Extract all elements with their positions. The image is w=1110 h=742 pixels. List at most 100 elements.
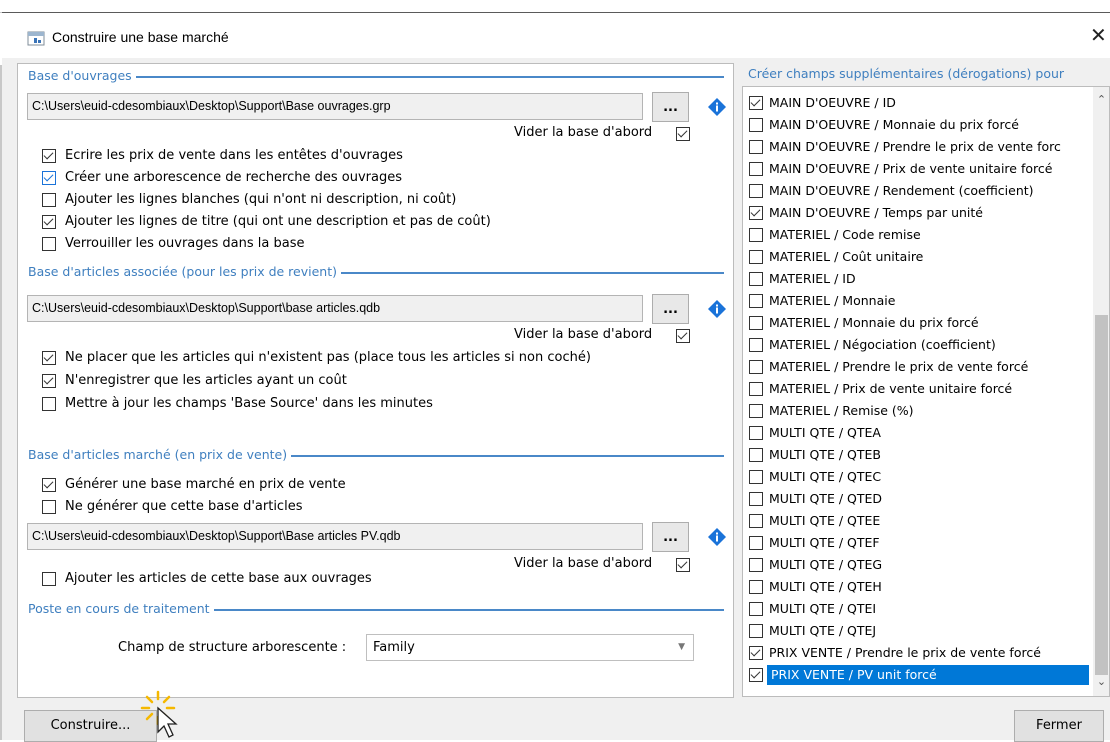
list-item-checkbox[interactable] [749, 140, 763, 154]
close-icon[interactable]: ✕ [1090, 25, 1110, 47]
close-button[interactable]: Fermer [1014, 710, 1104, 742]
checkbox-lignes-blanches[interactable] [42, 193, 56, 207]
marche-vider-checkbox[interactable] [676, 558, 690, 572]
list-item-checkbox[interactable] [749, 272, 763, 286]
list-item[interactable]: PRIX VENTE / Prendre le prix de vente fo… [743, 642, 1089, 664]
checkbox-ecrire-prix[interactable] [42, 149, 56, 163]
list-item-checkbox[interactable] [749, 316, 763, 330]
list-item[interactable]: MAIN D'OEUVRE / Prendre le prix de vente… [743, 136, 1089, 158]
list-item-checkbox[interactable] [749, 360, 763, 374]
derogations-title: Créer champs supplémentaires (dérogation… [748, 66, 1065, 81]
list-item-checkbox[interactable] [749, 624, 763, 638]
list-item[interactable]: MULTI QTE / QTEH [743, 576, 1089, 598]
scroll-down-icon[interactable]: ⌄ [1093, 675, 1109, 691]
list-item[interactable]: MAIN D'OEUVRE / Prix de vente unitaire f… [743, 158, 1089, 180]
list-item[interactable]: MATERIEL / Prendre le prix de vente forc… [743, 356, 1089, 378]
list-item[interactable]: MAIN D'OEUVRE / ID [743, 92, 1089, 114]
list-item-checkbox[interactable] [749, 646, 763, 660]
marche-vider-label: Vider la base d'abord [514, 556, 653, 571]
checkbox-generer-base[interactable] [42, 478, 56, 492]
label-enregistrer-cout: N'enregistrer que les articles ayant un … [65, 373, 347, 388]
checkbox-ne-generer[interactable] [42, 500, 56, 514]
list-item-checkbox[interactable] [749, 250, 763, 264]
derogations-list[interactable]: MAIN D'OEUVRE / ID MAIN D'OEUVRE / Monnai… [742, 86, 1110, 697]
list-item[interactable]: MULTI QTE / QTEE [743, 510, 1089, 532]
ouvrages-path-field[interactable]: C:\Users\euid-cdesombiaux\Desktop\Suppor… [27, 93, 643, 120]
list-item-checkbox[interactable] [749, 536, 763, 550]
list-item-label: MAIN D'OEUVRE / Monnaie du prix forcé [769, 117, 1019, 132]
list-item[interactable]: MATERIEL / Remise (%) [743, 400, 1089, 422]
marche-path-field[interactable]: C:\Users\euid-cdesombiaux\Desktop\Suppor… [27, 523, 643, 550]
articles-info-icon[interactable] [707, 299, 727, 319]
list-item-checkbox[interactable] [749, 338, 763, 352]
articles-vider-checkbox[interactable] [676, 329, 690, 343]
checkbox-verrouiller[interactable] [42, 237, 56, 251]
list-item-checkbox[interactable] [749, 492, 763, 506]
articles-browse-button[interactable]: ... [652, 294, 689, 324]
checkbox-ajouter-articles[interactable] [42, 572, 56, 586]
list-item-checkbox[interactable] [749, 118, 763, 132]
list-item[interactable]: MULTI QTE / QTEB [743, 444, 1089, 466]
checkbox-enregistrer-cout[interactable] [42, 374, 56, 388]
list-item-checkbox[interactable] [749, 184, 763, 198]
list-item-checkbox[interactable] [749, 602, 763, 616]
list-item-checkbox[interactable] [749, 448, 763, 462]
list-item[interactable]: MAIN D'OEUVRE / Temps par unité [743, 202, 1089, 224]
list-item-checkbox[interactable] [749, 470, 763, 484]
structure-field-dropdown[interactable]: Family ▼ [366, 634, 694, 661]
ouvrages-vider-checkbox[interactable] [676, 127, 690, 141]
ouvrages-browse-button[interactable]: ... [652, 92, 689, 122]
list-item-checkbox[interactable] [749, 162, 763, 176]
ouvrages-info-icon[interactable] [707, 97, 727, 117]
scroll-up-icon[interactable]: ⌃ [1093, 93, 1109, 109]
checkbox-ne-placer[interactable] [42, 351, 56, 365]
list-item[interactable]: MATERIEL / Négociation (coefficient) [743, 334, 1089, 356]
list-item[interactable]: MATERIEL / Code remise [743, 224, 1089, 246]
list-item-label: MATERIEL / Prendre le prix de vente forc… [769, 359, 1029, 374]
list-item-label: MATERIEL / Négociation (coefficient) [769, 337, 996, 352]
list-item[interactable]: MULTI QTE / QTEJ [743, 620, 1089, 642]
list-item-checkbox[interactable] [749, 294, 763, 308]
list-item-checkbox[interactable] [749, 404, 763, 418]
list-item[interactable]: MAIN D'OEUVRE / Rendement (coefficient) [743, 180, 1089, 202]
list-item-checkbox[interactable] [749, 426, 763, 440]
list-item-checkbox[interactable] [749, 558, 763, 572]
list-item-checkbox[interactable] [749, 96, 763, 110]
list-item-checkbox[interactable] [749, 228, 763, 242]
list-item-checkbox[interactable] [749, 382, 763, 396]
list-item-checkbox[interactable] [749, 580, 763, 594]
list-item[interactable]: MULTI QTE / QTEC [743, 466, 1089, 488]
checkbox-lignes-titre[interactable] [42, 215, 56, 229]
articles-path-field[interactable]: C:\Users\euid-cdesombiaux\Desktop\Suppor… [27, 295, 643, 322]
list-item-label: MATERIEL / Monnaie du prix forcé [769, 315, 979, 330]
list-item[interactable]: MAIN D'OEUVRE / Monnaie du prix forcé [743, 114, 1089, 136]
list-item[interactable]: MATERIEL / Prix de vente unitaire forcé [743, 378, 1089, 400]
list-item-checkbox[interactable] [749, 668, 763, 682]
list-item-label: PRIX VENTE / PV unit forcé [767, 665, 1089, 685]
checkbox-base-source[interactable] [42, 397, 56, 411]
list-item-label: MATERIEL / Prix de vente unitaire forcé [769, 381, 1013, 396]
list-item[interactable]: MATERIEL / ID [743, 268, 1089, 290]
scrollbar-thumb[interactable] [1095, 315, 1108, 675]
articles-vider-label: Vider la base d'abord [514, 327, 653, 342]
list-item-checkbox[interactable] [749, 206, 763, 220]
list-item[interactable]: PRIX VENTE / PV unit forcé [743, 664, 1089, 686]
list-item[interactable]: MULTI QTE / QTEA [743, 422, 1089, 444]
list-item-label: MULTI QTE / QTEC [769, 469, 882, 484]
list-item[interactable]: MULTI QTE / QTEF [743, 532, 1089, 554]
label-generer-base: Générer une base marché en prix de vente [65, 477, 346, 492]
list-item-label: MULTI QTE / QTEF [769, 535, 880, 550]
list-item[interactable]: MATERIEL / Monnaie [743, 290, 1089, 312]
marche-info-icon[interactable] [707, 527, 727, 547]
list-item[interactable]: MULTI QTE / QTEI [743, 598, 1089, 620]
checkbox-creer-arborescence[interactable] [42, 171, 56, 185]
list-item[interactable]: MATERIEL / Monnaie du prix forcé [743, 312, 1089, 334]
label-base-source: Mettre à jour les champs 'Base Source' d… [65, 396, 433, 411]
list-item[interactable]: MATERIEL / Coût unitaire [743, 246, 1089, 268]
list-item-label: MAIN D'OEUVRE / Temps par unité [769, 205, 984, 220]
marche-browse-button[interactable]: ... [652, 522, 689, 552]
label-ecrire-prix: Ecrire les prix de vente dans les entête… [65, 148, 403, 163]
list-item[interactable]: MULTI QTE / QTEG [743, 554, 1089, 576]
list-item[interactable]: MULTI QTE / QTED [743, 488, 1089, 510]
list-item-checkbox[interactable] [749, 514, 763, 528]
